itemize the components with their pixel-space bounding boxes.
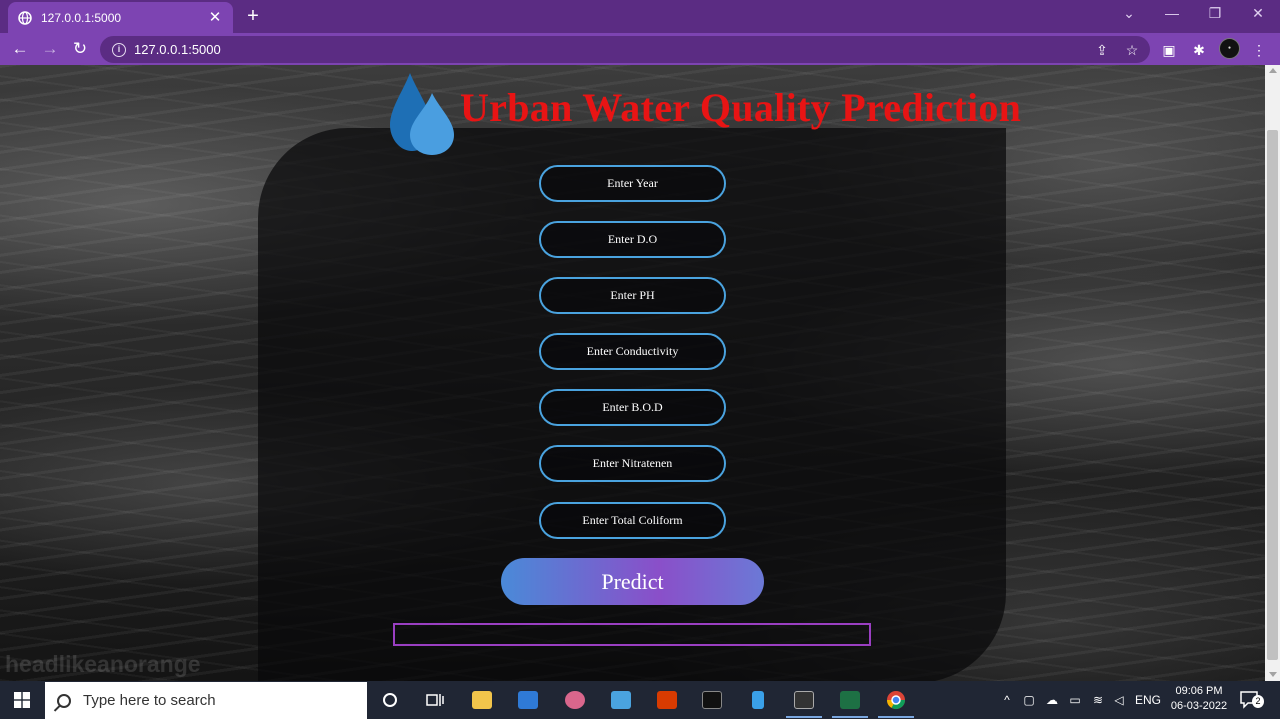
conductivity-input[interactable] (539, 333, 726, 370)
file-explorer-icon[interactable] (471, 689, 493, 711)
onedrive-icon[interactable]: ☁ (1043, 691, 1061, 709)
notification-center-icon[interactable]: 2 (1240, 690, 1264, 710)
year-input[interactable] (539, 165, 726, 202)
restore-icon[interactable]: ❐ (1205, 5, 1225, 21)
globe-icon (18, 10, 32, 25)
windows-taskbar: Type here to search ^ ▢ ☁ ▭ ≋ ◁ ENG 09:0… (0, 681, 1280, 719)
taskbar-clock[interactable]: 09:06 PM 06-03-2022 (1164, 684, 1234, 714)
total-coliform-input[interactable] (539, 502, 726, 539)
bookmark-star-icon[interactable]: ☆ (1123, 41, 1141, 59)
chrome-icon[interactable] (885, 689, 907, 711)
extensions-icon[interactable]: ✱ (1190, 41, 1208, 59)
page-title: Urban Water Quality Prediction (460, 85, 1022, 130)
browser-tab[interactable]: 127.0.0.1:5000 ✕ (8, 2, 233, 33)
bod-input[interactable] (539, 389, 726, 426)
water-drop-logo-icon (390, 73, 454, 155)
active-app-indicator (878, 716, 914, 718)
menu-icon[interactable]: ⋮ (1250, 41, 1268, 59)
control-panel-icon[interactable] (610, 689, 632, 711)
browser-tab-bar: 127.0.0.1:5000 ✕ + ⌄ — ❐ ✕ (0, 0, 1280, 33)
search-icon (57, 693, 71, 708)
task-view-icon[interactable] (424, 689, 446, 711)
phone-link-icon[interactable] (747, 689, 769, 711)
predict-button[interactable]: Predict (501, 558, 764, 605)
window-close-icon[interactable]: ✕ (1248, 5, 1268, 21)
minimize-icon[interactable]: — (1162, 5, 1182, 21)
active-app-indicator (786, 716, 822, 718)
share-icon[interactable]: ⇪ (1093, 41, 1111, 59)
language-indicator[interactable]: ENG (1135, 691, 1161, 709)
command-prompt-icon[interactable] (793, 689, 815, 711)
site-info-icon[interactable]: i (112, 42, 126, 57)
prediction-result-box (393, 623, 871, 646)
new-tab-button[interactable]: + (244, 5, 262, 27)
microsoft-store-icon[interactable] (517, 689, 539, 711)
reading-list-icon[interactable]: ▣ (1160, 41, 1178, 59)
taskbar-search-box[interactable]: Type here to search (45, 682, 367, 719)
browser-toolbar: ← → ↻ i 127.0.0.1:5000 ⇪ ☆ ▣ ✱ ⋮ (0, 33, 1280, 65)
taskbar-search-placeholder: Type here to search (83, 692, 216, 709)
forward-icon[interactable]: → (39, 38, 61, 60)
terminal-icon[interactable] (701, 689, 723, 711)
clock-date: 06-03-2022 (1170, 700, 1228, 712)
volume-icon[interactable]: ◁ (1111, 691, 1127, 709)
windows-start-icon[interactable] (14, 692, 30, 708)
scroll-down-icon[interactable] (1269, 672, 1277, 677)
ph-input[interactable] (539, 277, 726, 314)
back-icon[interactable]: ← (9, 38, 31, 60)
office-icon[interactable] (656, 689, 678, 711)
excel-icon[interactable] (839, 689, 861, 711)
scroll-up-icon[interactable] (1269, 68, 1277, 73)
url-text: 127.0.0.1:5000 (134, 42, 221, 57)
scrollbar-thumb[interactable] (1267, 130, 1278, 660)
notification-count-badge: 2 (1252, 695, 1264, 708)
tray-chevron-icon[interactable]: ^ (1000, 691, 1014, 709)
page-scrollbar[interactable] (1265, 65, 1280, 681)
wifi-icon[interactable]: ≋ (1090, 691, 1106, 709)
tab-title: 127.0.0.1:5000 (41, 10, 122, 25)
clock-time: 09:06 PM (1175, 685, 1223, 697)
snipping-tool-icon[interactable] (564, 689, 586, 711)
tab-search-chevron-icon[interactable]: ⌄ (1119, 5, 1139, 21)
battery-icon[interactable]: ▭ (1067, 691, 1083, 709)
page-viewport: Urban Water Quality Prediction Predict h… (0, 65, 1265, 681)
nitratenen-input[interactable] (539, 445, 726, 482)
watermark: headlikeanorange (5, 651, 201, 677)
cortana-icon[interactable] (379, 689, 401, 711)
profile-avatar[interactable]: ● (1219, 38, 1240, 59)
active-app-indicator (832, 716, 868, 718)
do-input[interactable] (539, 221, 726, 258)
reload-icon[interactable]: ↻ (69, 38, 91, 60)
meet-now-icon[interactable]: ▢ (1021, 691, 1037, 709)
address-bar[interactable]: i 127.0.0.1:5000 (100, 36, 1150, 63)
tab-close-icon[interactable]: ✕ (207, 10, 223, 25)
